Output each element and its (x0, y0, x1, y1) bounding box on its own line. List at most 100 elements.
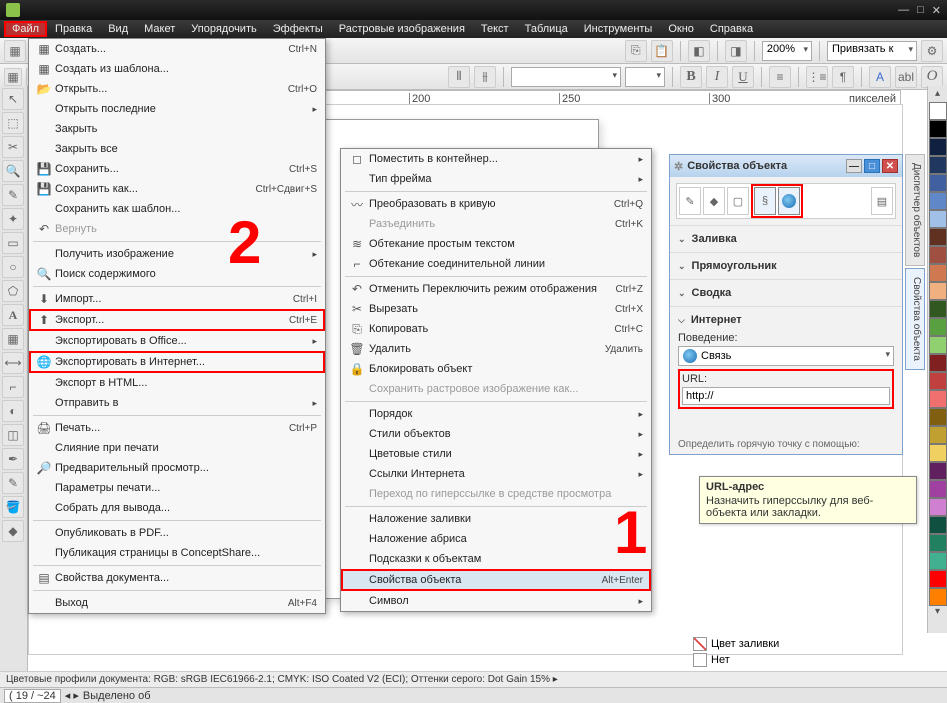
color-swatch[interactable] (929, 498, 947, 516)
vtab-object-properties[interactable]: Свойства объекта (905, 268, 925, 370)
crop-tool-icon[interactable]: ✂ (2, 136, 24, 158)
tab-fill-icon[interactable]: ◆ (703, 187, 725, 215)
color-swatch[interactable] (929, 444, 947, 462)
blend-tool-icon[interactable]: ◐ (2, 400, 24, 422)
transp-tool-icon[interactable]: ◫ (2, 424, 24, 446)
smart-tool-icon[interactable]: ✦ (2, 208, 24, 230)
dist-icon[interactable]: ⫵ (474, 66, 496, 88)
color-swatch[interactable] (929, 372, 947, 390)
menu-table[interactable]: Таблица (517, 22, 576, 36)
tab-summary-icon[interactable]: § (754, 187, 776, 215)
color-swatch[interactable] (929, 336, 947, 354)
color-swatch[interactable] (929, 588, 947, 606)
ellipse-tool-icon[interactable]: ○ (2, 256, 24, 278)
color-swatch[interactable] (929, 138, 947, 156)
context-menu-item[interactable]: ◻Поместить в контейнер...▸ (341, 149, 651, 169)
tab-transp-icon[interactable]: ▢ (727, 187, 749, 215)
align-icon[interactable]: ⫴ (448, 66, 470, 88)
menu-effects[interactable]: Эффекты (265, 22, 331, 36)
context-menu-item[interactable]: ≋Обтекание простым текстом (341, 234, 651, 254)
eyedrop-tool-icon[interactable]: ✒ (2, 448, 24, 470)
new-icon[interactable]: ▦ (4, 40, 26, 62)
color-swatch[interactable] (929, 300, 947, 318)
context-menu-item[interactable]: ↶Отменить Переключить режим отображенияC… (341, 279, 651, 299)
color-swatch[interactable] (929, 120, 947, 138)
color-swatch[interactable] (929, 534, 947, 552)
file-menu-item[interactable]: Экспорт в HTML... (29, 373, 325, 393)
opt-icon[interactable]: O (921, 66, 943, 88)
tab-outline-icon[interactable]: ✎ (679, 187, 701, 215)
color-swatch[interactable] (929, 408, 947, 426)
snap-combo[interactable]: Привязать к (827, 41, 917, 61)
snap-opts-icon[interactable]: ⚙ (921, 40, 943, 62)
size-combo[interactable] (625, 67, 665, 87)
menu-arrange[interactable]: Упорядочить (183, 22, 264, 36)
connect-tool-icon[interactable]: ⌐ (2, 376, 24, 398)
copy-icon[interactable]: ⎘ (625, 40, 647, 62)
file-menu-item[interactable]: Закрыть (29, 119, 325, 139)
rect-tool-icon[interactable]: ▭ (2, 232, 24, 254)
section-internet[interactable]: ⌵Интернет (678, 311, 894, 329)
minimize-button[interactable]: — (898, 4, 909, 17)
url-input[interactable] (682, 387, 890, 405)
color-swatch[interactable] (929, 282, 947, 300)
context-menu-item[interactable]: Подсказки к объектам (341, 549, 651, 569)
color-swatch[interactable] (929, 462, 947, 480)
file-menu-item[interactable]: Слияние при печати (29, 438, 325, 458)
file-menu-item[interactable]: ⬇Импорт...Ctrl+I (29, 289, 325, 309)
font-combo[interactable] (511, 67, 621, 87)
color-swatch[interactable] (929, 318, 947, 336)
color-swatch[interactable] (929, 354, 947, 372)
context-menu-item[interactable]: Стили объектов▸ (341, 424, 651, 444)
zoom-tool-icon[interactable]: 🔍 (2, 160, 24, 182)
text-tool-icon[interactable]: A (2, 304, 24, 326)
file-menu-item[interactable]: ▦Создать...Ctrl+N (29, 39, 325, 59)
color-swatch[interactable] (929, 174, 947, 192)
menu-window[interactable]: Окно (660, 22, 702, 36)
maximize-button[interactable]: □ (917, 4, 924, 17)
char-icon[interactable]: A (869, 66, 891, 88)
palette-down[interactable]: ▾ (928, 606, 947, 620)
outline-swatch-icon[interactable] (693, 653, 707, 667)
context-menu-item[interactable]: Порядок▸ (341, 404, 651, 424)
align-left-icon[interactable]: ≡ (769, 66, 791, 88)
page-indicator[interactable]: ( 19 / ~24 (4, 689, 61, 703)
menu-file[interactable]: Файл (4, 21, 47, 37)
menu-edit[interactable]: Правка (47, 22, 100, 36)
section-rect[interactable]: ⌄Прямоугольник (678, 257, 894, 275)
context-menu-item[interactable]: Символ▸ (341, 591, 651, 611)
section-fill[interactable]: ⌄Заливка (678, 230, 894, 248)
tab-more-icon[interactable]: ▤ (871, 187, 893, 215)
color-swatch[interactable] (929, 516, 947, 534)
docker-max-button[interactable]: □ (864, 159, 880, 173)
zoom-combo[interactable]: 200% (762, 41, 812, 61)
paste-icon[interactable]: 📋 (651, 40, 673, 62)
fill-tool-icon[interactable]: 🪣 (2, 496, 24, 518)
color-swatch[interactable] (929, 570, 947, 588)
context-menu-item[interactable]: 🔒Блокировать объект (341, 359, 651, 379)
bold-button[interactable]: B (680, 66, 702, 88)
fill-swatch-icon[interactable] (693, 637, 707, 651)
file-menu-item[interactable]: Параметры печати... (29, 478, 325, 498)
color-swatch[interactable] (929, 426, 947, 444)
context-menu-item[interactable]: ⌐Обтекание соединительной линии (341, 254, 651, 274)
tool-a-icon[interactable]: ◧ (688, 40, 710, 62)
menu-view[interactable]: Вид (100, 22, 136, 36)
freehand-tool-icon[interactable]: ✎ (2, 184, 24, 206)
pick-tool-icon[interactable]: ↖ (2, 88, 24, 110)
vtab-object-manager[interactable]: Диспетчер объектов (905, 154, 925, 266)
palette-up[interactable]: ▴ (928, 88, 947, 102)
context-menu-item[interactable]: Наложение заливки (341, 509, 651, 529)
underline-button[interactable]: U (732, 66, 754, 88)
file-menu-item[interactable]: Отправить в▸ (29, 393, 325, 413)
file-menu-item[interactable]: ▤Свойства документа... (29, 568, 325, 588)
file-menu-item[interactable]: 🔎Предварительный просмотр... (29, 458, 325, 478)
color-swatch[interactable] (929, 156, 947, 174)
bullets-icon[interactable]: ⋮≡ (806, 66, 828, 88)
context-menu-item[interactable]: Цветовые стили▸ (341, 444, 651, 464)
grid-icon[interactable]: ▦ (4, 68, 22, 86)
tool-b-icon[interactable]: ◨ (725, 40, 747, 62)
file-menu-item[interactable]: Экспортировать в Office...▸ (29, 331, 325, 351)
context-menu-item[interactable]: Ссылки Интернета▸ (341, 464, 651, 484)
file-menu-item[interactable]: 💾Сохранить как...Ctrl+Сдвиг+S (29, 179, 325, 199)
